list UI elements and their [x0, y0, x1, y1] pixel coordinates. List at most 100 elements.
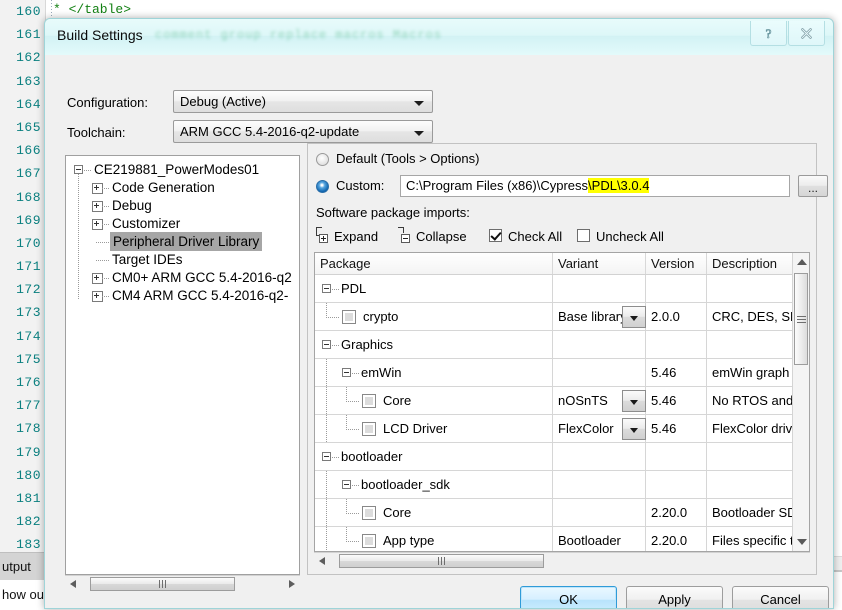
apply-button[interactable]: Apply	[626, 586, 723, 608]
variant-dropdown[interactable]	[622, 306, 646, 328]
table-row[interactable]: LCD Driver FlexColor 5.46 FlexColor driv	[315, 415, 809, 443]
cell-package: Core	[315, 387, 553, 414]
collapse-label[interactable]: Collapse	[416, 229, 467, 244]
line-number: 172	[16, 282, 41, 298]
tree-toggle-icon-5[interactable]	[92, 273, 103, 284]
tree-node-debug[interactable]: Debug	[112, 196, 152, 215]
tree-guide-line	[78, 174, 79, 300]
tree-scroll-thumb[interactable]	[90, 577, 235, 591]
line-number: 163	[16, 73, 41, 89]
ok-button[interactable]: OK	[520, 586, 617, 608]
tree-node-target-ides[interactable]: Target IDEs	[112, 250, 183, 269]
scroll-left-arrow-icon[interactable]	[70, 580, 76, 588]
cell-variant: Bootloader	[553, 527, 646, 551]
package-grid-horizontal-scrollbar[interactable]	[314, 552, 810, 569]
variant-dropdown[interactable]	[622, 390, 646, 412]
line-number: 169	[16, 212, 41, 228]
line-number: 166	[16, 143, 41, 159]
dialog-body: Configuration: Debug (Active) Toolchain:…	[45, 55, 833, 608]
cell-version: 2.20.0	[646, 527, 707, 551]
grid-scroll-thumb[interactable]	[794, 273, 808, 365]
output-panel-tab[interactable]: utput	[0, 552, 50, 580]
table-row[interactable]: emWin 5.46 emWin graph	[315, 359, 809, 387]
close-button[interactable]	[788, 21, 825, 46]
uncheck-all-label[interactable]: Uncheck All	[596, 229, 664, 244]
table-row[interactable]: Graphics	[315, 331, 809, 359]
cell-package: crypto	[315, 303, 553, 330]
expand-icon[interactable]	[315, 227, 332, 243]
cell-package: PDL	[315, 275, 553, 302]
toolchain-label: Toolchain:	[67, 125, 126, 140]
build-settings-dialog: comment group replace macros Macros Buil…	[44, 18, 834, 609]
tree-node-root[interactable]: CE219881_PowerModes01	[94, 160, 259, 179]
column-header-version[interactable]: Version	[646, 253, 707, 274]
tree-root-toggle-icon[interactable]	[74, 165, 83, 174]
default-path-radio[interactable]	[316, 153, 329, 166]
cell-variant	[553, 359, 646, 386]
check-all-label[interactable]: Check All	[508, 229, 562, 244]
line-number: 161	[16, 27, 41, 43]
question-mark-icon: ?	[765, 26, 772, 41]
help-button[interactable]: ?	[750, 21, 787, 46]
table-row[interactable]: Core 2.20.0 Bootloader SD	[315, 499, 809, 527]
cell-version: 2.20.0	[646, 499, 707, 526]
scroll-right-arrow-icon[interactable]	[289, 580, 295, 588]
cell-version: 5.46	[646, 387, 707, 414]
cell-version	[646, 471, 707, 498]
scroll-left-arrow-icon[interactable]	[319, 557, 325, 565]
dialog-titlebar[interactable]: comment group replace macros Macros Buil…	[45, 19, 833, 56]
table-row[interactable]: crypto Base library 2.0.0 CRC, DES, SHA	[315, 303, 809, 331]
cell-variant	[553, 443, 646, 470]
grid-hscroll-thumb[interactable]	[339, 554, 544, 568]
toolchain-value: ARM GCC 5.4-2016-q2-update	[180, 124, 360, 139]
line-number: 162	[16, 50, 41, 66]
collapse-icon[interactable]	[397, 227, 414, 243]
settings-tree[interactable]: CE219881_PowerModes01 Code Generation De…	[65, 155, 300, 575]
tree-node-cm0-toolchain[interactable]: CM0+ ARM GCC 5.4-2016-q2	[112, 268, 292, 287]
uncheck-all-checkbox[interactable]	[577, 229, 590, 242]
default-path-label: Default (Tools > Options)	[336, 151, 480, 166]
tree-horizontal-scrollbar[interactable]	[65, 575, 300, 592]
toolchain-dropdown[interactable]: ARM GCC 5.4-2016-q2-update	[173, 120, 433, 143]
configuration-value: Debug (Active)	[180, 94, 266, 109]
cell-version: 5.46	[646, 415, 707, 442]
variant-dropdown[interactable]	[622, 418, 646, 440]
tree-toggle-icon-1[interactable]	[92, 201, 103, 212]
pdl-path-input[interactable]: C:\Program Files (x86)\Cypress\PDL\3.0.4	[400, 175, 790, 197]
expand-label[interactable]: Expand	[334, 229, 378, 244]
table-row[interactable]: Core nOSnTS 5.46 No RTOS and	[315, 387, 809, 415]
custom-path-radio[interactable]	[316, 180, 329, 193]
table-row[interactable]: App type Bootloader 2.20.0 Files specifi…	[315, 527, 809, 551]
table-row[interactable]: bootloader	[315, 443, 809, 471]
tree-toggle-icon-6[interactable]	[92, 291, 103, 302]
package-grid[interactable]: Package Variant Version Description PDL	[314, 252, 810, 552]
package-grid-vertical-scrollbar[interactable]	[792, 253, 809, 551]
line-number: 178	[16, 421, 41, 437]
line-number: 165	[16, 119, 41, 135]
line-number: 176	[16, 375, 41, 390]
configuration-dropdown[interactable]: Debug (Active)	[173, 90, 433, 113]
tree-node-customizer[interactable]: Customizer	[112, 214, 180, 233]
check-all-checkbox[interactable]	[489, 229, 502, 242]
line-number: 174	[16, 328, 41, 344]
line-number: 182	[16, 514, 41, 530]
tree-toggle-icon-0[interactable]	[92, 183, 103, 194]
tree-node-code-generation[interactable]: Code Generation	[112, 178, 215, 197]
browse-button[interactable]: ...	[798, 175, 828, 197]
column-header-package[interactable]: Package	[315, 253, 553, 274]
tree-toggle-icon-2[interactable]	[92, 219, 103, 230]
table-row[interactable]: PDL	[315, 275, 809, 303]
cell-description: FlexColor driv	[712, 421, 793, 436]
cell-version	[646, 275, 707, 302]
cancel-button[interactable]: Cancel	[732, 586, 829, 608]
column-header-variant[interactable]: Variant	[553, 253, 646, 274]
cell-description	[707, 471, 793, 498]
scroll-down-arrow-icon[interactable]	[796, 539, 807, 545]
table-row[interactable]: bootloader_sdk	[315, 471, 809, 499]
tree-node-cm4-toolchain[interactable]: CM4 ARM GCC 5.4-2016-q2-	[112, 286, 288, 305]
tree-node-peripheral-driver-library[interactable]: Peripheral Driver Library	[110, 232, 263, 251]
pdl-path-highlight: \PDL\3.0.4	[588, 178, 650, 193]
scroll-up-arrow-icon[interactable]	[796, 259, 807, 265]
column-header-description[interactable]: Description	[707, 253, 793, 274]
cell-variant	[553, 499, 646, 526]
